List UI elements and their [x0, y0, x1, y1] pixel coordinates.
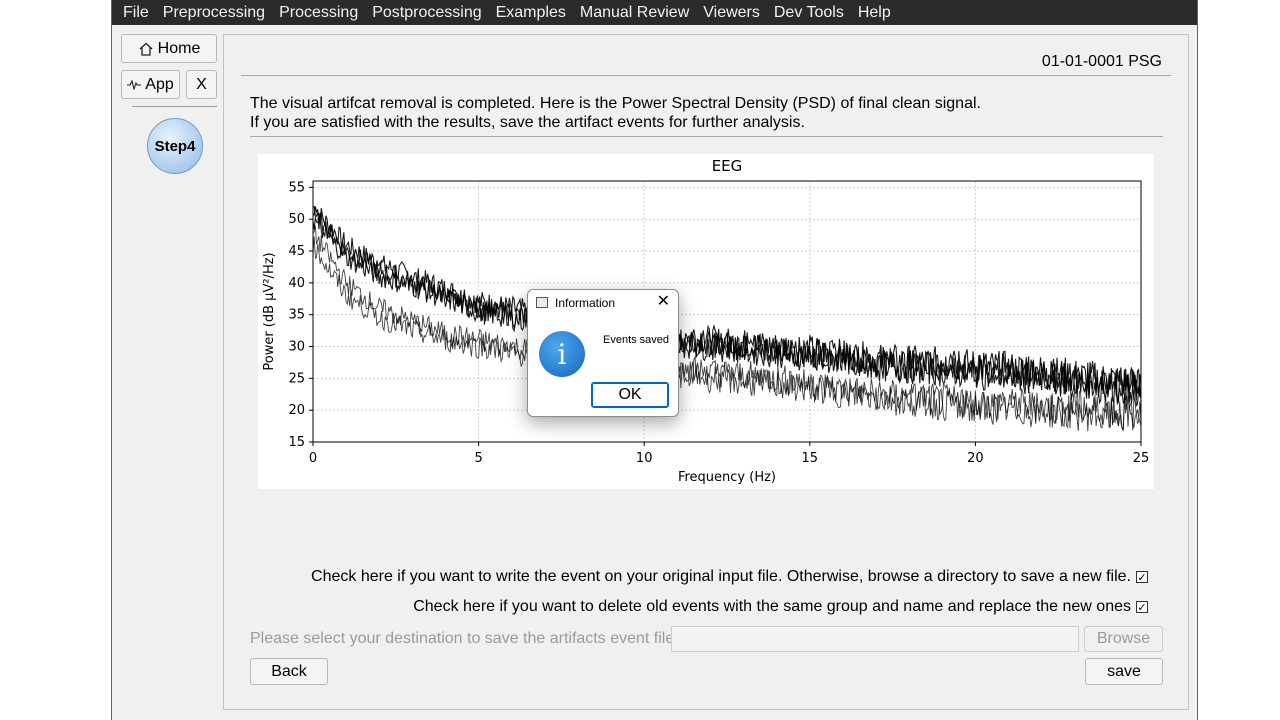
x-axis-label: Frequency (Hz) — [678, 470, 776, 485]
description-divider — [250, 136, 1163, 137]
menu-examples[interactable]: Examples — [489, 0, 573, 25]
browse-button-label: Browse — [1096, 630, 1151, 647]
save-button-label: save — [1107, 662, 1141, 680]
main-panel: 01-01-0001 PSG The visual artifcat remov… — [223, 34, 1189, 710]
replace-events-checkbox[interactable]: ✓ — [1136, 601, 1148, 614]
pulse-icon — [127, 79, 142, 90]
destination-label: Please select your destination to save t… — [250, 630, 679, 647]
y-tick-label: 55 — [288, 180, 305, 195]
replace-events-row: Check here if you want to delete old eve… — [413, 598, 1148, 616]
info-icon: i — [539, 331, 585, 377]
psd-chart: 0 5 10 15 20 25 15 20 25 30 35 40 45 50 55 EEG Frequency… — [262, 157, 1150, 485]
x-tick-label: 15 — [802, 451, 819, 466]
menu-viewers[interactable]: Viewers — [696, 0, 767, 25]
y-tick-label: 45 — [288, 244, 305, 259]
header-divider — [241, 75, 1171, 76]
menu-processing[interactable]: Processing — [272, 0, 365, 25]
information-dialog: Information ✕ i Events saved OK — [527, 289, 679, 417]
menu-preprocessing[interactable]: Preprocessing — [156, 0, 272, 25]
x-tick-label: 0 — [309, 451, 317, 466]
y-tick-label: 50 — [288, 212, 305, 227]
write-original-checkbox[interactable]: ✓ — [1136, 571, 1148, 584]
dialog-title: Information — [555, 296, 616, 310]
chart-title: EEG — [712, 157, 743, 175]
x-tick-label: 20 — [967, 451, 984, 466]
y-tick-label: 15 — [288, 435, 305, 450]
x-tick-label: 25 — [1133, 451, 1150, 466]
y-tick-label: 40 — [288, 276, 305, 291]
x-tick-label: 10 — [636, 451, 653, 466]
menu-bar: File Preprocessing Processing Postproces… — [112, 0, 1197, 25]
home-button[interactable]: Home — [121, 34, 217, 63]
x-tick-label: 5 — [474, 451, 482, 466]
dialog-message: Events saved — [603, 334, 670, 346]
description-line-2: If you are satisfied with the results, s… — [250, 114, 805, 131]
description-line-1: The visual artifcat removal is completed… — [250, 95, 981, 112]
description: The visual artifcat removal is completed… — [250, 94, 981, 132]
psd-plot: 0 5 10 15 20 25 15 20 25 30 35 40 45 50 55 EEG Frequency… — [258, 154, 1154, 489]
ok-button-label: OK — [618, 386, 642, 403]
app-button-label: App — [145, 75, 174, 93]
close-icon[interactable]: ✕ — [657, 292, 670, 312]
step-label: Step4 — [154, 137, 196, 155]
menu-dev-tools[interactable]: Dev Tools — [767, 0, 851, 25]
write-original-row: Check here if you want to write the even… — [311, 568, 1148, 586]
psg-id: 01-01-0001 PSG — [1041, 53, 1162, 70]
y-tick-label: 25 — [288, 371, 305, 386]
window-icon — [536, 297, 548, 308]
close-app-button[interactable]: X — [186, 70, 217, 99]
psd-series-line — [312, 225, 1142, 431]
browse-button[interactable]: Browse — [1084, 626, 1163, 652]
y-axis-label: Power (dB µV²/Hz) — [262, 252, 277, 370]
menu-help[interactable]: Help — [851, 0, 898, 25]
destination-input[interactable] — [671, 626, 1079, 652]
save-button[interactable]: save — [1085, 658, 1163, 685]
write-original-label: Check here if you want to write the even… — [311, 568, 1131, 585]
menu-postprocessing[interactable]: Postprocessing — [365, 0, 488, 25]
app-button[interactable]: App — [121, 70, 180, 99]
home-button-label: Home — [157, 39, 201, 57]
back-button-label: Back — [271, 662, 307, 680]
close-app-label: X — [196, 75, 207, 93]
menu-file[interactable]: File — [116, 0, 156, 25]
home-icon — [139, 42, 153, 56]
back-button[interactable]: Back — [250, 658, 328, 685]
y-tick-label: 20 — [288, 403, 305, 418]
y-tick-label: 30 — [288, 340, 305, 355]
y-tick-label: 35 — [288, 308, 305, 323]
sidebar-divider — [132, 106, 217, 107]
step-indicator: Step4 — [147, 118, 203, 174]
replace-events-label: Check here if you want to delete old eve… — [413, 598, 1131, 615]
menu-manual-review[interactable]: Manual Review — [573, 0, 696, 25]
ok-button[interactable]: OK — [591, 382, 669, 408]
